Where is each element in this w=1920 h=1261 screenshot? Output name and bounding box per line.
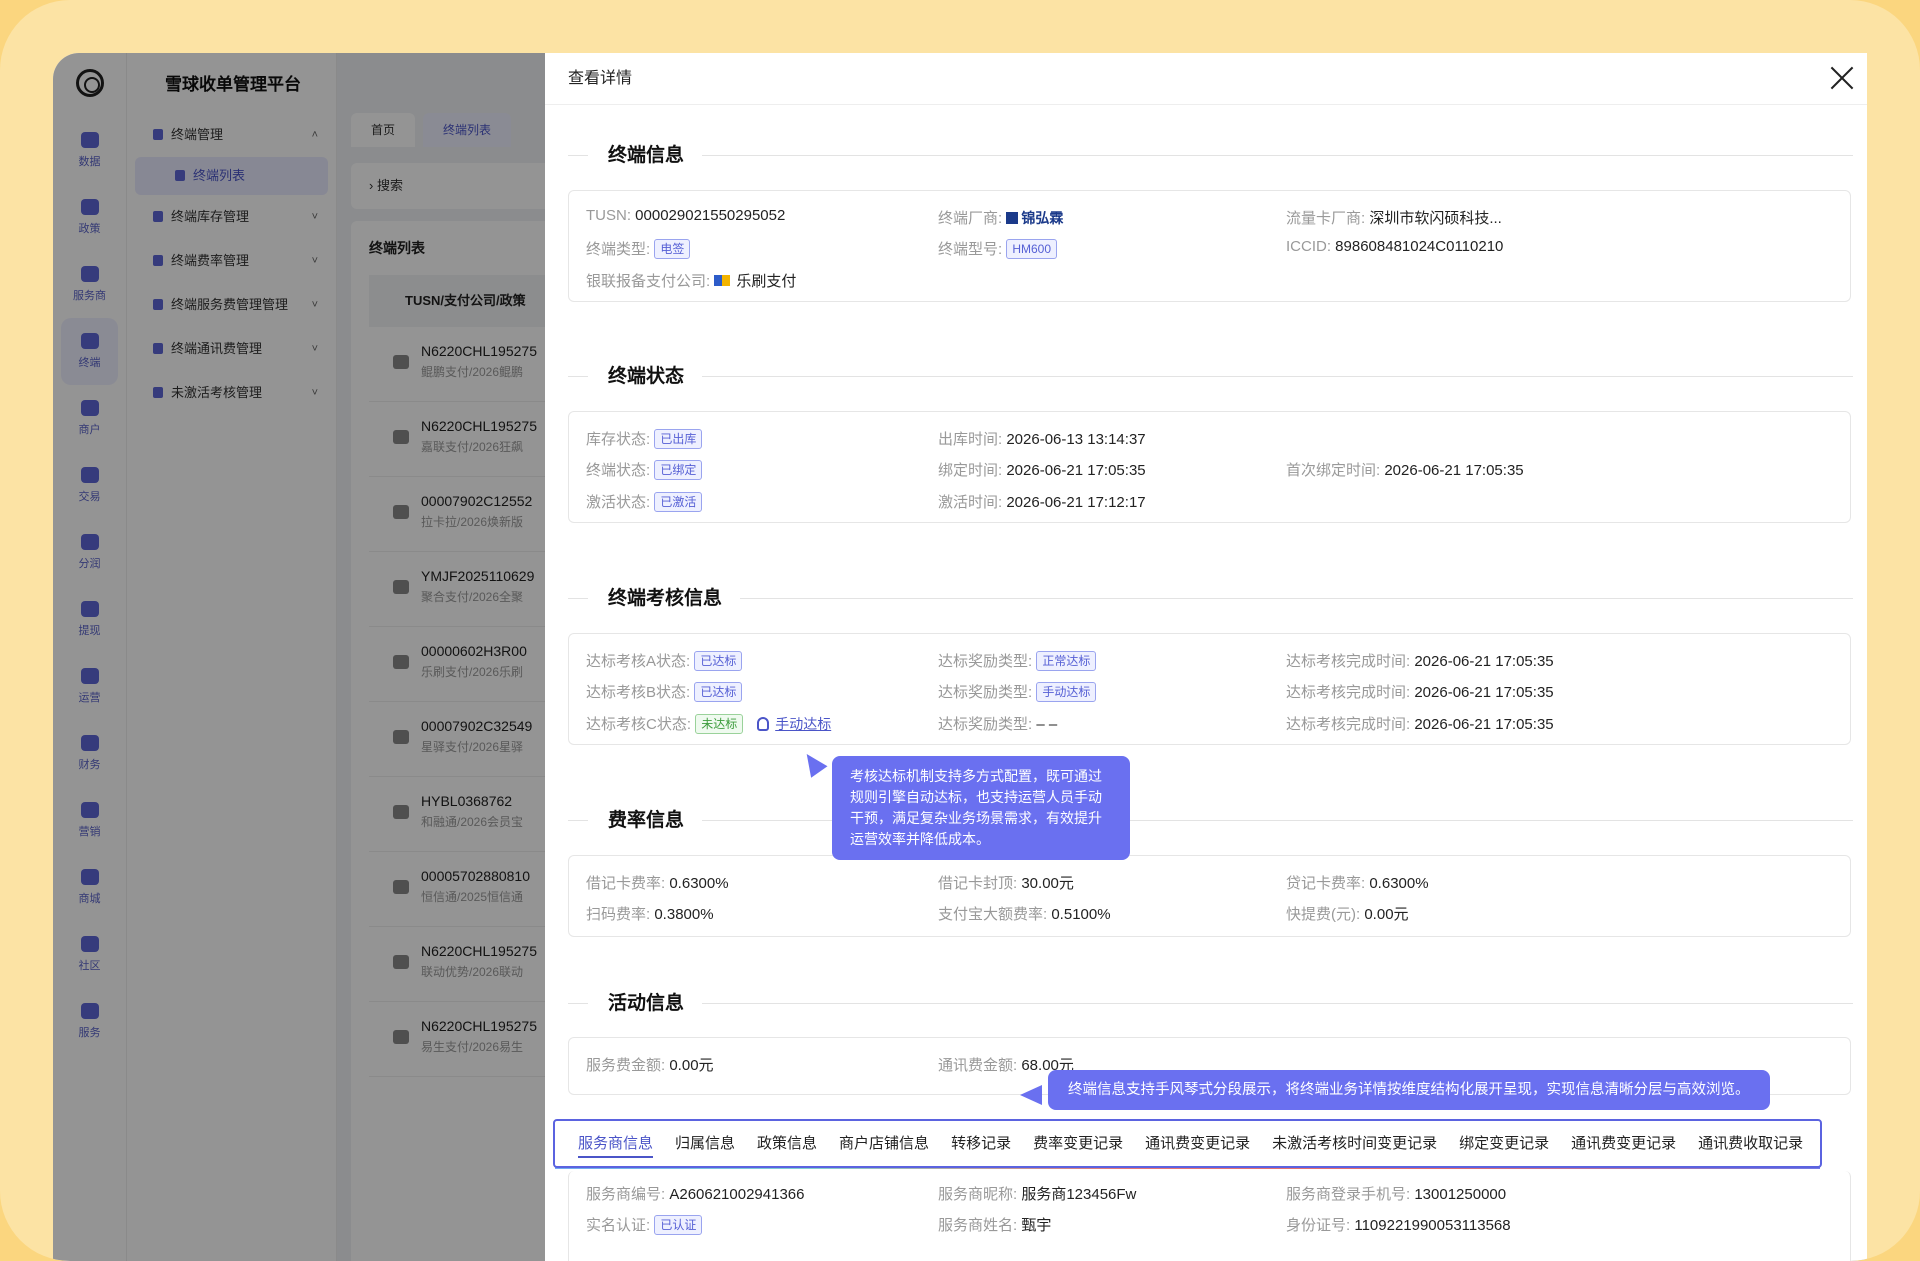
drawer-header: 查看详情 [545,53,1867,105]
iccid-field: ICCID: 898608481024C0110210 [1286,238,1504,255]
act-status-field: 激活状态: 已激活 [586,491,703,512]
type-tag: 电签 [654,239,691,259]
section-rate[interactable]: 费率信息 [568,805,1853,835]
assess-a-type: 达标奖励类型: 正常达标 [938,650,1097,671]
credit-rate: 贷记卡费率: 0.6300% [1286,875,1429,892]
alipay-rate: 支付宝大额费率: 0.5100% [938,906,1111,923]
manual-pass-link[interactable]: 手动达标 [775,716,831,732]
vendor-field: 终端厂商: 锦弘霖 [938,208,1064,228]
status-card: 库存状态: 已出库 出库时间: 2026-06-13 13:14:37 终端状态… [568,411,1851,523]
out-time-field: 出库时间: 2026-06-13 13:14:37 [938,431,1146,448]
agent-nick: 服务商昵称: 服务商123456Fw [938,1186,1137,1203]
hand-pointer-icon [757,717,770,731]
assess-c-time: 达标考核完成时间: 2026-06-21 17:05:35 [1286,716,1554,733]
tooltip-assess: 考核达标机制支持多方式配置，既可通过规则引擎自动达标，也支持运营人员手动干预，满… [832,756,1130,860]
assess-c-field: 达标考核C状态: 未达标 手动达标 [586,714,832,734]
debit-rate: 借记卡费率: 0.6300% [586,875,729,892]
agent-no: 服务商编号: A260621002941366 [586,1186,805,1203]
detail-tab-5[interactable]: 费率变更记录 [1022,1121,1134,1166]
detail-tab-1[interactable]: 归属信息 [664,1121,746,1166]
detail-tab-10[interactable]: 通讯费收取记录 [1687,1121,1814,1166]
tooltip-arrow-2 [1020,1085,1042,1105]
close-icon[interactable] [1829,65,1855,91]
rate-card: 借记卡费率: 0.6300% 借记卡封顶: 30.00元 贷记卡费率: 0.63… [568,855,1851,937]
detail-tab-6[interactable]: 通讯费变更记录 [1134,1121,1261,1166]
detail-tab-9[interactable]: 通讯费变更记录 [1560,1121,1687,1166]
detail-tab-4[interactable]: 转移记录 [940,1121,1022,1166]
detail-tab-7[interactable]: 未激活考核时间变更记录 [1261,1121,1448,1166]
first-bind-field: 首次绑定时间: 2026-06-21 17:05:35 [1286,462,1524,479]
assess-card: 达标考核A状态: 已达标 达标奖励类型: 正常达标 达标考核完成时间: 2026… [568,633,1851,745]
act-time-field: 激活时间: 2026-06-21 17:12:17 [938,494,1146,511]
bind-time-field: 绑定时间: 2026-06-21 17:05:35 [938,462,1146,479]
service-fee: 服务费金额: 0.00元 [586,1057,714,1074]
agent-auth: 实名认证: 已认证 [586,1214,703,1235]
card-vendor-field: 流量卡厂商: 深圳市软闪硕科技... [1286,210,1502,227]
term-status-field: 终端状态: 已绑定 [586,459,703,480]
pay-company-icon [714,275,731,286]
detail-tab-8[interactable]: 绑定变更记录 [1448,1121,1560,1166]
assess-b-type: 达标奖励类型: 手动达标 [938,681,1097,702]
drawer-title: 查看详情 [568,70,633,87]
detail-tab-2[interactable]: 政策信息 [746,1121,828,1166]
assess-b-field: 达标考核B状态: 已达标 [586,681,743,702]
assess-c-type: 达标奖励类型: – – [938,716,1058,733]
section-assess[interactable]: 终端考核信息 [568,583,1853,613]
section-activity[interactable]: 活动信息 [568,988,1853,1018]
detail-tabs: 服务商信息 归属信息 政策信息 商户店铺信息 转移记录 费率变更记录 通讯费变更记录 未激活考… [553,1119,1822,1168]
debit-cap: 借记卡封顶: 30.00元 [938,875,1074,892]
type-field: 终端类型: 电签 [586,238,691,259]
stock-field: 库存状态: 已出库 [586,428,703,449]
model-tag: HM600 [1006,239,1058,259]
assess-b-time: 达标考核完成时间: 2026-06-21 17:05:35 [1286,684,1554,701]
terminal-info-card: TUSN: 000029021550295052 终端厂商: 锦弘霖 流量卡厂商… [568,190,1851,302]
section-terminal-info[interactable]: 终端信息 [568,140,1853,170]
agent-phone: 服务商登录手机号: 13001250000 [1286,1186,1507,1203]
detail-tab-3[interactable]: 商户店铺信息 [828,1121,940,1166]
tusn-field: TUSN: 000029021550295052 [586,207,786,224]
vendor-logo: 锦弘霖 [1006,208,1063,228]
tooltip-accordion: 终端信息支持手风琴式分段展示，将终端业务详情按维度结构化展开呈现，实现信息清晰分… [1048,1070,1770,1110]
quick-fee: 快提费(元): 0.00元 [1286,906,1409,923]
agent-card: 服务商编号: A260621002941366 服务商昵称: 服务商123456… [568,1171,1851,1261]
assess-a-field: 达标考核A状态: 已达标 [586,650,743,671]
union-field: 银联报备支付公司: 乐刷支付 [586,273,797,290]
agent-id: 身份证号: 1109221990053113568 [1286,1217,1511,1234]
section-terminal-status[interactable]: 终端状态 [568,361,1853,391]
scan-rate: 扫码费率: 0.3800% [586,906,714,923]
assess-a-time: 达标考核完成时间: 2026-06-21 17:05:35 [1286,653,1554,670]
device-frame: 数据 政策 服务商 终端 商户 交易 分润 提现 运营 财务 营销 商城 社区 服务 雪球收单管理平台 终… [0,0,1920,1261]
model-field: 终端型号: HM600 [938,238,1058,259]
detail-tab-0[interactable]: 服务商信息 [567,1121,664,1166]
agent-name: 服务商姓名: 甄宇 [938,1217,1052,1234]
